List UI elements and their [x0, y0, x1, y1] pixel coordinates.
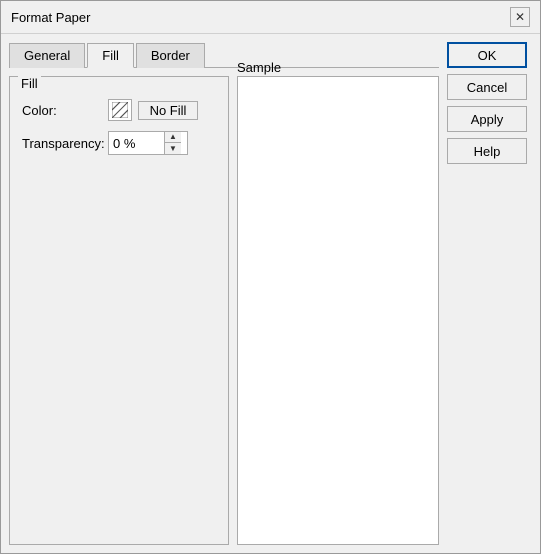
- transparency-label: Transparency:: [22, 136, 102, 151]
- right-panel: OK Cancel Apply Help: [447, 42, 532, 545]
- tab-fill[interactable]: Fill: [87, 43, 134, 68]
- left-panel: General Fill Border Fill Color:: [9, 42, 439, 545]
- color-label: Color:: [22, 103, 102, 118]
- transparency-row: Transparency: ▲ ▼: [22, 131, 216, 155]
- hatch-icon: [112, 102, 128, 118]
- format-paper-dialog: Format Paper ✕ General Fill Border: [0, 0, 541, 554]
- help-button[interactable]: Help: [447, 138, 527, 164]
- sample-label: Sample: [237, 60, 281, 75]
- no-fill-button[interactable]: No Fill: [138, 101, 198, 120]
- ok-button[interactable]: OK: [447, 42, 527, 68]
- transparency-spinner: ▲ ▼: [108, 131, 188, 155]
- color-preview[interactable]: [108, 99, 132, 121]
- spinner-down-button[interactable]: ▼: [165, 143, 181, 154]
- color-row: Color:: [22, 99, 216, 121]
- transparency-input[interactable]: [109, 134, 164, 153]
- tab-general[interactable]: General: [9, 43, 85, 68]
- tab-border[interactable]: Border: [136, 43, 205, 68]
- sample-area: [237, 76, 439, 545]
- fill-group: Fill Color:: [9, 76, 229, 545]
- sample-wrapper: Sample: [237, 76, 439, 545]
- content-area: Fill Color:: [9, 76, 439, 545]
- title-bar: Format Paper ✕: [1, 1, 540, 34]
- close-button[interactable]: ✕: [510, 7, 530, 27]
- fill-group-legend: Fill: [18, 76, 41, 91]
- apply-button[interactable]: Apply: [447, 106, 527, 132]
- fill-group-content: Color:: [22, 99, 216, 155]
- spinner-up-button[interactable]: ▲: [165, 132, 181, 143]
- tabs-container: General Fill Border: [9, 42, 439, 68]
- dialog-title: Format Paper: [11, 10, 90, 25]
- spinner-arrows: ▲ ▼: [164, 132, 181, 154]
- cancel-button[interactable]: Cancel: [447, 74, 527, 100]
- dialog-body: General Fill Border Fill Color:: [1, 34, 540, 553]
